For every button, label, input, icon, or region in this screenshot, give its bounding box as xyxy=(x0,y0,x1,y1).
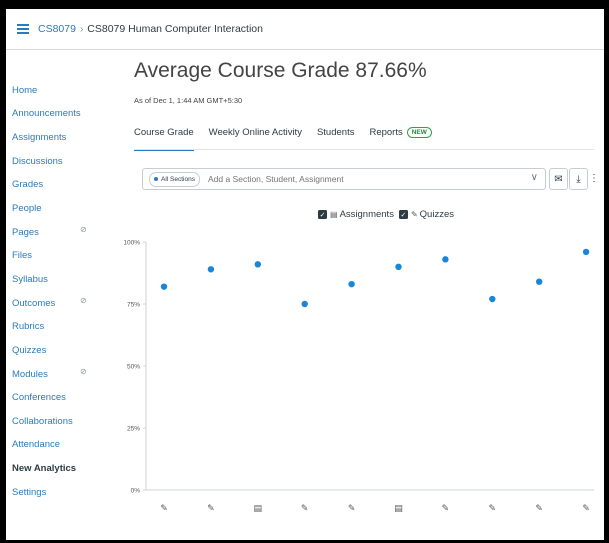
app-window: CS8079 › CS8079 Human Computer Interacti… xyxy=(6,9,604,540)
data-point xyxy=(582,248,590,256)
data-point xyxy=(160,283,168,290)
data-point xyxy=(395,263,402,270)
sidebar-item-rubrics[interactable]: Rubrics xyxy=(12,321,44,332)
sidebar-item-assignments[interactable]: Assignments xyxy=(12,132,66,143)
quiz-icon: ✎ xyxy=(442,504,450,514)
assignment-icon: ▤ xyxy=(254,504,263,514)
breadcrumb-separator-icon: › xyxy=(79,23,84,35)
sidebar-item-people[interactable]: People xyxy=(12,203,42,214)
sidebar-item-pages[interactable]: Pages xyxy=(12,227,39,238)
assignment-icon: ▤ xyxy=(394,504,403,514)
eye-off-icon: ⊘ xyxy=(80,367,87,376)
y-tick-label: 100% xyxy=(124,240,140,247)
sidebar-item-files[interactable]: Files xyxy=(12,250,32,261)
data-point xyxy=(348,280,355,288)
quiz-icon: ✎ xyxy=(207,504,215,514)
hamburger-menu-icon[interactable] xyxy=(17,24,29,34)
sidebar-item-discussions[interactable]: Discussions xyxy=(12,156,63,167)
data-point xyxy=(254,261,261,268)
quiz-icon: ✎ xyxy=(535,504,543,514)
page-title: Average Course Grade 87.66% xyxy=(134,59,427,82)
sidebar-item-conferences[interactable]: Conferences xyxy=(12,392,66,403)
data-point xyxy=(207,266,215,273)
quiz-icon: ✎ xyxy=(160,504,168,514)
data-point xyxy=(301,300,308,308)
top-bar: CS8079 › CS8079 Human Computer Interacti… xyxy=(6,9,604,50)
sidebar-item-grades[interactable]: Grades xyxy=(12,179,43,190)
main-content: Average Course Grade 87.66% As of Dec 1,… xyxy=(124,49,604,540)
sidebar-item-new-analytics[interactable]: New Analytics xyxy=(12,463,76,474)
sidebar-item-announcements[interactable]: Announcements xyxy=(12,108,81,119)
data-point xyxy=(442,256,449,263)
sidebar-item-settings[interactable]: Settings xyxy=(12,487,46,498)
y-tick-label: 25% xyxy=(127,426,140,433)
breadcrumb-course-code[interactable]: CS8079 xyxy=(38,23,76,35)
grade-scatter-chart: 0%25%50%75%100%Grade✎✎▤✎✎▤✎✎✎✎ xyxy=(124,240,594,514)
data-point xyxy=(536,278,543,285)
y-tick-label: 50% xyxy=(127,364,140,371)
y-tick-label: 0% xyxy=(131,488,141,495)
quiz-icon: ✎ xyxy=(301,504,309,514)
sidebar-item-attendance[interactable]: Attendance xyxy=(12,439,60,450)
sidebar-item-home[interactable]: Home xyxy=(12,85,37,96)
quiz-icon: ✎ xyxy=(489,504,497,514)
y-tick-label: 75% xyxy=(127,302,140,309)
sidebar-item-collaborations[interactable]: Collaborations xyxy=(12,416,73,427)
eye-off-icon: ⊘ xyxy=(80,296,87,305)
breadcrumb-course-name: CS8079 Human Computer Interaction xyxy=(87,23,263,35)
quiz-icon: ✎ xyxy=(348,504,356,514)
sidebar-item-modules[interactable]: Modules xyxy=(12,369,48,380)
eye-off-icon: ⊘ xyxy=(80,225,87,234)
data-point xyxy=(489,295,496,303)
sidebar-item-syllabus[interactable]: Syllabus xyxy=(12,274,48,285)
sidebar-item-outcomes[interactable]: Outcomes xyxy=(12,298,55,309)
sidebar-item-quizzes[interactable]: Quizzes xyxy=(12,345,46,356)
quiz-icon: ✎ xyxy=(582,504,590,514)
